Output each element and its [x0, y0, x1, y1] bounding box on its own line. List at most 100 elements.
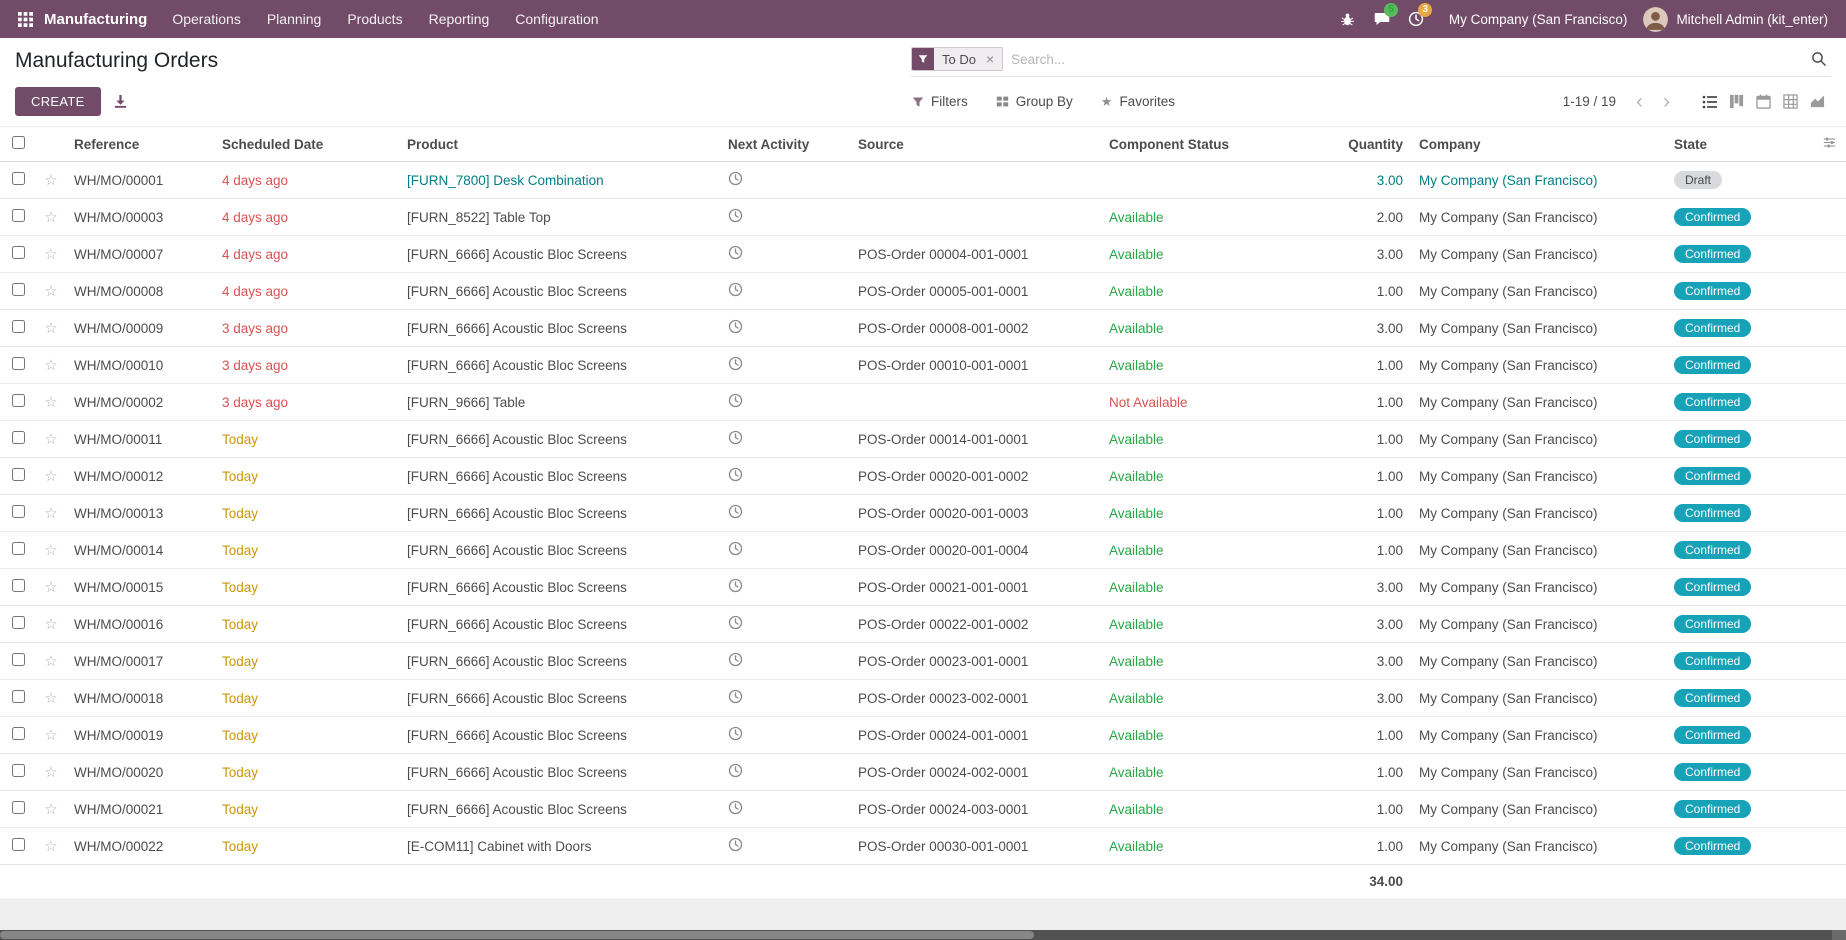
row-checkbox[interactable] [12, 209, 25, 222]
table-row[interactable]: ☆ WH/MO/00019 Today [FURN_6666] Acoustic… [0, 717, 1846, 754]
next-activity-clock-icon[interactable] [728, 430, 743, 445]
row-checkbox[interactable] [12, 283, 25, 296]
favorite-star-icon[interactable]: ☆ [44, 579, 57, 596]
table-row[interactable]: ☆ WH/MO/00016 Today [FURN_6666] Acoustic… [0, 606, 1846, 643]
view-kanban-icon[interactable] [1723, 90, 1750, 114]
create-button[interactable]: CREATE [15, 87, 101, 116]
row-checkbox[interactable] [12, 653, 25, 666]
next-activity-clock-icon[interactable] [728, 652, 743, 667]
table-row[interactable]: ☆ WH/MO/00021 Today [FURN_6666] Acoustic… [0, 791, 1846, 828]
navbar-menu-item[interactable]: Products [334, 0, 415, 38]
row-checkbox[interactable] [12, 764, 25, 777]
favorite-star-icon[interactable]: ☆ [44, 357, 57, 374]
header-component-status[interactable]: Component Status [1101, 127, 1301, 162]
group-by-button[interactable]: Group By [996, 94, 1073, 109]
view-pivot-icon[interactable] [1777, 90, 1804, 114]
table-row[interactable]: ☆ WH/MO/00002 3 days ago [FURN_9666] Tab… [0, 384, 1846, 421]
table-row[interactable]: ☆ WH/MO/00010 3 days ago [FURN_6666] Aco… [0, 347, 1846, 384]
table-row[interactable]: ☆ WH/MO/00007 4 days ago [FURN_6666] Aco… [0, 236, 1846, 273]
filters-button[interactable]: Filters [912, 94, 968, 109]
favorite-star-icon[interactable]: ☆ [44, 616, 57, 633]
next-activity-clock-icon[interactable] [728, 837, 743, 852]
pager[interactable]: 1-19 / 19 [1563, 94, 1616, 109]
select-all-checkbox[interactable] [12, 136, 25, 149]
table-row[interactable]: ☆ WH/MO/00020 Today [FURN_6666] Acoustic… [0, 754, 1846, 791]
navbar-menu-item[interactable]: Operations [159, 0, 253, 38]
favorite-star-icon[interactable]: ☆ [44, 431, 57, 448]
next-activity-clock-icon[interactable] [728, 393, 743, 408]
row-checkbox[interactable] [12, 801, 25, 814]
company-switcher[interactable]: My Company (San Francisco) [1433, 12, 1644, 27]
favorite-star-icon[interactable]: ☆ [44, 764, 57, 781]
row-checkbox[interactable] [12, 579, 25, 592]
favorite-star-icon[interactable]: ☆ [44, 283, 57, 300]
row-checkbox[interactable] [12, 172, 25, 185]
next-activity-clock-icon[interactable] [728, 800, 743, 815]
debug-bug-icon[interactable] [1331, 0, 1365, 38]
row-checkbox[interactable] [12, 394, 25, 407]
export-download-icon[interactable] [113, 94, 128, 109]
header-quantity[interactable]: Quantity [1301, 127, 1411, 162]
favorite-star-icon[interactable]: ☆ [44, 838, 57, 855]
header-scheduled-date[interactable]: Scheduled Date [214, 127, 399, 162]
favorite-star-icon[interactable]: ☆ [44, 801, 57, 818]
table-row[interactable]: ☆ WH/MO/00015 Today [FURN_6666] Acoustic… [0, 569, 1846, 606]
table-row[interactable]: ☆ WH/MO/00017 Today [FURN_6666] Acoustic… [0, 643, 1846, 680]
pager-next-icon[interactable]: › [1653, 91, 1680, 112]
row-checkbox[interactable] [12, 357, 25, 370]
search-input[interactable] [1003, 48, 1803, 71]
pager-previous-icon[interactable]: ‹ [1626, 91, 1653, 112]
header-state[interactable]: State [1666, 127, 1846, 162]
next-activity-clock-icon[interactable] [728, 282, 743, 297]
table-row[interactable]: ☆ WH/MO/00022 Today [E-COM11] Cabinet wi… [0, 828, 1846, 865]
favorite-star-icon[interactable]: ☆ [44, 320, 57, 337]
next-activity-clock-icon[interactable] [728, 171, 743, 186]
view-graph-icon[interactable] [1804, 90, 1831, 114]
navbar-menu-item[interactable]: Planning [254, 0, 335, 38]
header-product[interactable]: Product [399, 127, 720, 162]
favorite-star-icon[interactable]: ☆ [44, 542, 57, 559]
favorite-star-icon[interactable]: ☆ [44, 727, 57, 744]
view-calendar-icon[interactable] [1750, 90, 1777, 114]
table-row[interactable]: ☆ WH/MO/00003 4 days ago [FURN_8522] Tab… [0, 199, 1846, 236]
apps-grid-icon[interactable] [10, 0, 40, 38]
row-checkbox[interactable] [12, 246, 25, 259]
favorite-star-icon[interactable]: ☆ [44, 394, 57, 411]
row-checkbox[interactable] [12, 431, 25, 444]
app-name[interactable]: Manufacturing [40, 11, 159, 28]
table-row[interactable]: ☆ WH/MO/00011 Today [FURN_6666] Acoustic… [0, 421, 1846, 458]
navbar-menu-item[interactable]: Reporting [416, 0, 503, 38]
table-row[interactable]: ☆ WH/MO/00014 Today [FURN_6666] Acoustic… [0, 532, 1846, 569]
favorite-star-icon[interactable]: ☆ [44, 172, 57, 189]
table-row[interactable]: ☆ WH/MO/00009 3 days ago [FURN_6666] Aco… [0, 310, 1846, 347]
next-activity-clock-icon[interactable] [728, 208, 743, 223]
favorite-star-icon[interactable]: ☆ [44, 690, 57, 707]
header-next-activity[interactable]: Next Activity [720, 127, 850, 162]
next-activity-clock-icon[interactable] [728, 504, 743, 519]
header-company[interactable]: Company [1411, 127, 1666, 162]
table-row[interactable]: ☆ WH/MO/00001 4 days ago [FURN_7800] Des… [0, 162, 1846, 199]
table-row[interactable]: ☆ WH/MO/00008 4 days ago [FURN_6666] Aco… [0, 273, 1846, 310]
next-activity-clock-icon[interactable] [728, 578, 743, 593]
favorites-button[interactable]: ★ Favorites [1101, 94, 1175, 110]
row-checkbox[interactable] [12, 727, 25, 740]
activities-clock-icon[interactable]: 3 [1399, 0, 1433, 38]
next-activity-clock-icon[interactable] [728, 245, 743, 260]
next-activity-clock-icon[interactable] [728, 689, 743, 704]
search-bar[interactable]: To Do × [911, 45, 1831, 77]
table-row[interactable]: ☆ WH/MO/00012 Today [FURN_6666] Acoustic… [0, 458, 1846, 495]
favorite-star-icon[interactable]: ☆ [44, 209, 57, 226]
table-row[interactable]: ☆ WH/MO/00018 Today [FURN_6666] Acoustic… [0, 680, 1846, 717]
next-activity-clock-icon[interactable] [728, 319, 743, 334]
header-source[interactable]: Source [850, 127, 1101, 162]
row-checkbox[interactable] [12, 320, 25, 333]
header-reference[interactable]: Reference [66, 127, 214, 162]
next-activity-clock-icon[interactable] [728, 615, 743, 630]
row-checkbox[interactable] [12, 505, 25, 518]
search-icon[interactable] [1803, 51, 1831, 67]
next-activity-clock-icon[interactable] [728, 356, 743, 371]
next-activity-clock-icon[interactable] [728, 726, 743, 741]
favorite-star-icon[interactable]: ☆ [44, 246, 57, 263]
row-checkbox[interactable] [12, 616, 25, 629]
user-menu[interactable]: Mitchell Admin (kit_enter) [1668, 12, 1836, 27]
